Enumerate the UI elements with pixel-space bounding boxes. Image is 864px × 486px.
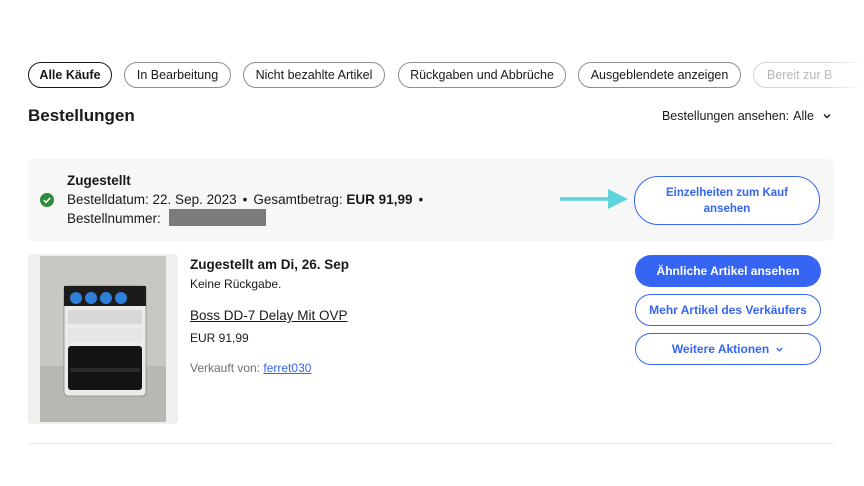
filter-chip-unpaid[interactable]: Nicht bezahlte Artikel	[243, 62, 385, 88]
filter-chips: Alle Käufe In Bearbeitung Nicht bezahlte…	[28, 62, 864, 88]
filter-chip-in-progress[interactable]: In Bearbeitung	[124, 62, 231, 88]
item-image[interactable]	[28, 254, 178, 424]
order-date: Bestelldatum: 22. Sep. 2023	[67, 192, 237, 207]
order-status: Zugestellt	[67, 173, 131, 188]
order-number-label: Bestellnummer:	[67, 211, 161, 226]
sold-by-label: Verkauft von:	[190, 361, 261, 375]
filter-chip-returns[interactable]: Rückgaben und Abbrüche	[398, 62, 566, 88]
chevron-down-icon	[823, 114, 831, 119]
more-actions-button[interactable]: Weitere Aktionen	[635, 333, 821, 365]
chevron-down-icon	[776, 347, 783, 352]
seller-link[interactable]: ferret030	[263, 361, 311, 375]
return-policy: Keine Rückgabe.	[190, 277, 282, 291]
item-price: EUR 91,99	[190, 331, 249, 345]
filter-chip-all[interactable]: Alle Käufe	[28, 62, 112, 88]
divider	[28, 443, 834, 444]
more-from-seller-button[interactable]: Mehr Artikel des Verkäufers	[635, 294, 821, 326]
arrow-right-icon	[560, 189, 628, 209]
similar-items-label: Ähnliche Artikel ansehen	[656, 264, 800, 278]
order-header: Zugestellt Bestelldatum: 22. Sep. 2023 • G…	[28, 159, 834, 241]
separator-dot: •	[242, 192, 248, 207]
check-circle-icon	[40, 193, 54, 207]
view-filter-label: Bestellungen ansehen:	[661, 109, 790, 123]
order-details-button[interactable]: Einzelheiten zum Kauf ansehen	[634, 176, 820, 225]
seller-info: Verkauft von: ferret030	[190, 361, 311, 375]
pedal-photo	[40, 256, 166, 422]
more-actions-label: Weitere Aktionen	[671, 342, 770, 356]
filter-chip-hidden[interactable]: Ausgeblendete anzeigen	[578, 62, 741, 88]
item-title-link[interactable]: Boss DD-7 Delay Mit OVP	[190, 308, 348, 323]
delivery-status: Zugestellt am Di, 26. Sep	[190, 257, 350, 272]
order-total-value: EUR 91,99	[346, 192, 413, 207]
filter-fade	[824, 62, 864, 88]
page-title: Bestellungen	[28, 106, 135, 125]
view-filter-value: Alle	[793, 109, 814, 123]
order-total-label: Gesamtbetrag:	[253, 192, 343, 207]
separator-dot: •	[418, 192, 424, 207]
order-meta: Bestelldatum: 22. Sep. 2023 • Gesamtbetrag…	[67, 192, 429, 207]
order-number-redacted	[169, 209, 266, 226]
more-from-seller-label: Mehr Artikel des Verkäufers	[649, 303, 807, 317]
orders-view-dropdown[interactable]: Bestellungen ansehen: Alle	[662, 109, 832, 123]
similar-items-button[interactable]: Ähnliche Artikel ansehen	[635, 255, 821, 287]
